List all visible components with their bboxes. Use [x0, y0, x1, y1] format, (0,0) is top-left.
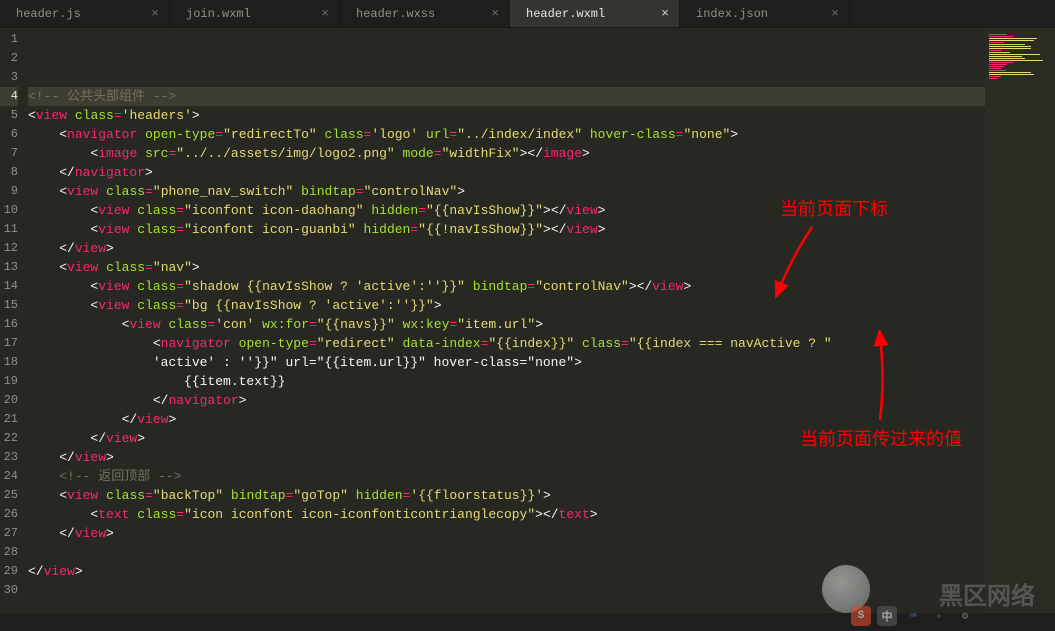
line-number: 2	[0, 49, 18, 68]
code-line[interactable]: <view class="shadow {{navIsShow ? 'activ…	[28, 277, 985, 296]
tab-label: header.wxss	[356, 7, 435, 21]
tab-header-js[interactable]: header.js ×	[0, 0, 170, 27]
line-number: 13	[0, 258, 18, 277]
code-line[interactable]	[28, 543, 985, 562]
tab-label: header.js	[16, 7, 81, 21]
code-line[interactable]: <view class='headers'>	[28, 106, 985, 125]
code-line[interactable]: </view>	[28, 429, 985, 448]
code-line[interactable]: {{item.text}}	[28, 372, 985, 391]
line-number: 7	[0, 144, 18, 163]
line-number: 21	[0, 410, 18, 429]
line-number: 12	[0, 239, 18, 258]
line-number-gutter: 1234567891011121314151617181920212223242…	[0, 28, 22, 631]
close-icon[interactable]: ×	[491, 6, 499, 21]
tab-label: index.json	[696, 7, 768, 21]
line-number: 5	[0, 106, 18, 125]
line-number: 1	[0, 30, 18, 49]
close-icon[interactable]: ×	[151, 6, 159, 21]
line-number: 29	[0, 562, 18, 581]
code-line[interactable]: <view class='con' wx:for="{{navs}}" wx:k…	[28, 315, 985, 334]
editor: 1234567891011121314151617181920212223242…	[0, 28, 1055, 631]
tab-header-wxss[interactable]: header.wxss ×	[340, 0, 510, 27]
code-line[interactable]: <view class="iconfont icon-guanbi" hidde…	[28, 220, 985, 239]
line-number: 3	[0, 68, 18, 87]
code-line[interactable]: <view class="phone_nav_switch" bindtap="…	[28, 182, 985, 201]
line-number: 25	[0, 486, 18, 505]
close-icon[interactable]: ×	[661, 6, 669, 21]
code-line[interactable]: </view>	[28, 448, 985, 467]
code-line[interactable]: </view>	[28, 562, 985, 581]
line-number: 24	[0, 467, 18, 486]
line-number: 30	[0, 581, 18, 600]
code-line[interactable]: </view>	[28, 239, 985, 258]
line-number: 27	[0, 524, 18, 543]
line-number: 18	[0, 353, 18, 372]
line-number: 14	[0, 277, 18, 296]
line-number: 26	[0, 505, 18, 524]
code-line[interactable]	[28, 581, 985, 600]
code-line[interactable]: <view class="bg {{navIsShow ? 'active':'…	[28, 296, 985, 315]
code-line[interactable]: <!-- 公共头部组件 -->	[28, 87, 985, 106]
code-line[interactable]: <view class="iconfont icon-daohang" hidd…	[28, 201, 985, 220]
line-number: 15	[0, 296, 18, 315]
code-line[interactable]: 'active' : ''}}" url="{{item.url}}" hove…	[28, 353, 985, 372]
code-line[interactable]: <image src="../../assets/img/logo2.png" …	[28, 144, 985, 163]
code-line[interactable]: </navigator>	[28, 163, 985, 182]
code-line[interactable]: <navigator open-type="redirectTo" class=…	[28, 125, 985, 144]
tab-join-wxml[interactable]: join.wxml ×	[170, 0, 340, 27]
tab-index-json[interactable]: index.json ×	[680, 0, 850, 27]
code-line[interactable]	[28, 49, 985, 68]
code-line[interactable]	[28, 68, 985, 87]
line-number: 9	[0, 182, 18, 201]
line-number: 8	[0, 163, 18, 182]
minimap[interactable]	[985, 28, 1055, 631]
line-number: 10	[0, 201, 18, 220]
code-line[interactable]: <view class="nav">	[28, 258, 985, 277]
line-number: 11	[0, 220, 18, 239]
tab-label: join.wxml	[186, 7, 251, 21]
line-number: 23	[0, 448, 18, 467]
code-line[interactable]: </view>	[28, 410, 985, 429]
tab-header-wxml[interactable]: header.wxml ×	[510, 0, 680, 27]
code-line[interactable]: </view>	[28, 524, 985, 543]
code-line[interactable]	[28, 30, 985, 49]
close-icon[interactable]: ×	[831, 6, 839, 21]
line-number: 16	[0, 315, 18, 334]
code-line[interactable]: <view class="backTop" bindtap="goTop" hi…	[28, 486, 985, 505]
close-icon[interactable]: ×	[321, 6, 329, 21]
line-number: 20	[0, 391, 18, 410]
tab-label: header.wxml	[526, 7, 605, 21]
line-number: 19	[0, 372, 18, 391]
line-number: 17	[0, 334, 18, 353]
line-number: 22	[0, 429, 18, 448]
code-line[interactable]: </navigator>	[28, 391, 985, 410]
tab-bar: header.js × join.wxml × header.wxss × he…	[0, 0, 1055, 28]
code-line[interactable]: <navigator open-type="redirect" data-ind…	[28, 334, 985, 353]
code-line[interactable]: <text class="icon iconfont icon-iconfont…	[28, 505, 985, 524]
line-number: 28	[0, 543, 18, 562]
status-bar	[0, 613, 1055, 631]
line-number: 4	[0, 87, 18, 106]
code-area[interactable]: <!-- 公共头部组件 --><view class='headers'> <n…	[22, 28, 985, 631]
code-line[interactable]: <!-- 返回顶部 -->	[28, 467, 985, 486]
line-number: 6	[0, 125, 18, 144]
